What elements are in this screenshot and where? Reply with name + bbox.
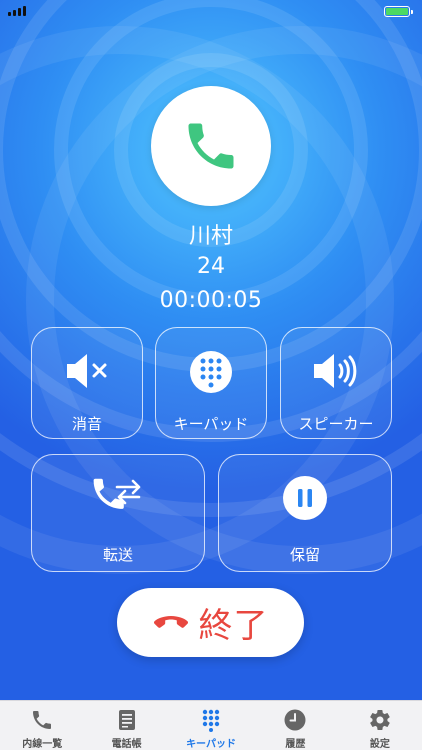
- tab-label: 設定: [369, 739, 390, 750]
- tab-label: 電話帳: [111, 739, 142, 750]
- mute-label: 消音: [71, 415, 102, 433]
- tab-extension-list[interactable]: 内線一覧: [0, 701, 84, 750]
- caller-avatar: [151, 86, 271, 206]
- keypad-icon: [190, 351, 232, 393]
- mute-button[interactable]: 消音: [31, 327, 143, 439]
- tab-label: 内線一覧: [22, 739, 63, 750]
- keypad-label: キーパッド: [173, 415, 249, 433]
- tab-settings[interactable]: 設定: [338, 701, 422, 750]
- gear-icon: [370, 709, 390, 730]
- speaker-label: スピーカー: [298, 415, 374, 433]
- status-bar: [0, 0, 422, 22]
- battery-icon: [384, 6, 413, 17]
- mute-icon: [67, 354, 107, 388]
- tab-label: 履歴: [285, 739, 306, 750]
- tab-label: キーパッド: [186, 739, 236, 750]
- pause-icon: [283, 476, 327, 520]
- tab-phonebook[interactable]: 電話帳: [84, 701, 168, 750]
- tab-keypad[interactable]: キーパッド: [169, 701, 253, 750]
- hold-label: 保留: [289, 546, 320, 564]
- speaker-button[interactable]: スピーカー: [280, 327, 392, 439]
- transfer-icon: [93, 478, 141, 509]
- caller-extension: 24: [197, 254, 225, 279]
- phone-icon: [188, 123, 234, 169]
- keypad-button[interactable]: キーパッド: [155, 327, 267, 439]
- end-call-label: 終了: [198, 606, 269, 646]
- hang-up-icon: [153, 615, 188, 628]
- signal-strength-icon: [8, 6, 26, 16]
- hold-button[interactable]: 保留: [218, 454, 392, 572]
- clock-icon: [284, 709, 306, 730]
- transfer-button[interactable]: 転送: [31, 454, 205, 572]
- tab-history[interactable]: 履歴: [253, 701, 337, 750]
- caller-name: 川村: [188, 224, 233, 249]
- tab-bar: 内線一覧 電話帳 キーパッド 履歴 設定: [0, 700, 422, 750]
- keypad-icon: [202, 709, 220, 732]
- address-book-icon: [118, 709, 135, 730]
- call-screen: 川村 24 00:00:05 消音 キーパッド スピーカー 転送 保留 終了: [0, 0, 422, 700]
- transfer-label: 転送: [102, 546, 133, 564]
- end-call-button[interactable]: 終了: [117, 588, 304, 657]
- speaker-icon: [314, 354, 357, 388]
- phone-icon: [33, 710, 52, 729]
- call-timer: 00:00:05: [159, 288, 263, 313]
